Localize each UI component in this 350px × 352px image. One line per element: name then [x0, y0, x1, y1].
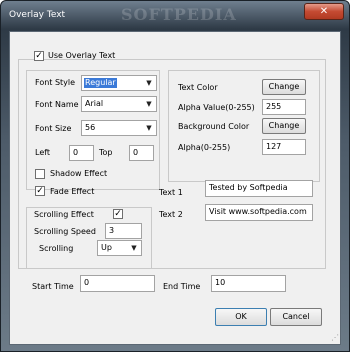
chevron-down-icon: ▼: [131, 244, 137, 252]
chevron-down-icon: ▼: [146, 124, 152, 132]
scrolling-direction-select[interactable]: Up ▼: [97, 240, 142, 256]
chevron-down-icon: ▼: [146, 100, 152, 108]
scrolling-effect-checkbox[interactable]: ✓: [113, 209, 123, 219]
ok-button[interactable]: OK: [215, 308, 267, 326]
font-size-label: Font Size: [35, 124, 72, 133]
font-size-select[interactable]: 56 ▼: [81, 120, 157, 136]
start-time-input[interactable]: 0: [80, 275, 155, 292]
check-icon: ✓: [35, 51, 43, 61]
dialog-window: Overlay Text SOFTPEDIA ✕ ✓ Use Overlay T…: [0, 0, 350, 352]
alpha-label: Alpha(0-255): [178, 143, 231, 152]
check-icon: ✓: [36, 186, 44, 196]
text1-input[interactable]: Tested by Softpedia: [205, 180, 313, 197]
font-name-select[interactable]: Arial ▼: [81, 96, 157, 112]
alpha-value-label: Alpha Value(0-255): [178, 103, 255, 112]
end-time-label: End Time: [163, 282, 201, 291]
dialog-client: ✓ Use Overlay Text Font Style Regular ▼ …: [9, 31, 341, 345]
scrolling-direction-value: Up: [101, 243, 112, 252]
fade-effect-checkbox[interactable]: ✓: [35, 186, 45, 196]
chevron-down-icon: ▼: [146, 79, 152, 87]
start-time-label: Start Time: [32, 282, 74, 291]
use-overlay-label: Use Overlay Text: [48, 51, 116, 60]
text-color-label: Text Color: [178, 83, 218, 92]
check-icon: ✓: [114, 209, 122, 219]
fade-effect-label: Fade Effect: [50, 187, 95, 196]
top-input[interactable]: 0: [129, 145, 154, 161]
window-title: Overlay Text: [9, 10, 66, 20]
scrolling-speed-input[interactable]: 3: [105, 223, 142, 239]
text2-label: Text 2: [159, 210, 183, 219]
font-name-label: Font Name: [35, 100, 79, 109]
alpha-input[interactable]: 127: [262, 139, 306, 155]
shadow-effect-label: Shadow Effect: [50, 169, 108, 178]
cancel-button[interactable]: Cancel: [270, 308, 322, 326]
resize-grip-icon[interactable]: ⋰: [329, 333, 339, 343]
left-input[interactable]: 0: [69, 145, 94, 161]
scrolling-direction-label: Scrolling: [39, 244, 74, 253]
use-overlay-checkbox[interactable]: ✓: [34, 51, 44, 61]
text1-label: Text 1: [159, 188, 183, 197]
title-bar[interactable]: Overlay Text SOFTPEDIA ✕: [1, 1, 349, 31]
scrolling-speed-label: Scrolling Speed: [34, 227, 96, 236]
font-style-label: Font Style: [35, 78, 76, 87]
close-icon: ✕: [319, 6, 329, 17]
text-color-change-button[interactable]: Change: [262, 79, 306, 95]
left-label: Left: [35, 148, 51, 157]
alpha-value-input[interactable]: 255: [262, 99, 306, 115]
scrolling-effect-label: Scrolling Effect: [34, 210, 94, 219]
bg-color-change-button[interactable]: Change: [262, 118, 306, 134]
font-size-value: 56: [85, 123, 96, 132]
font-style-select[interactable]: Regular ▼: [81, 75, 157, 91]
shadow-effect-checkbox[interactable]: [35, 169, 45, 179]
top-label: Top: [99, 148, 113, 157]
close-button[interactable]: ✕: [304, 3, 344, 20]
text2-input[interactable]: Visit www.softpedia.com: [205, 204, 313, 221]
watermark: SOFTPEDIA: [121, 5, 237, 24]
font-style-value: Regular: [84, 78, 117, 88]
end-time-input[interactable]: 10: [211, 275, 286, 292]
bg-color-label: Background Color: [178, 122, 250, 131]
font-name-value: Arial: [85, 99, 104, 108]
